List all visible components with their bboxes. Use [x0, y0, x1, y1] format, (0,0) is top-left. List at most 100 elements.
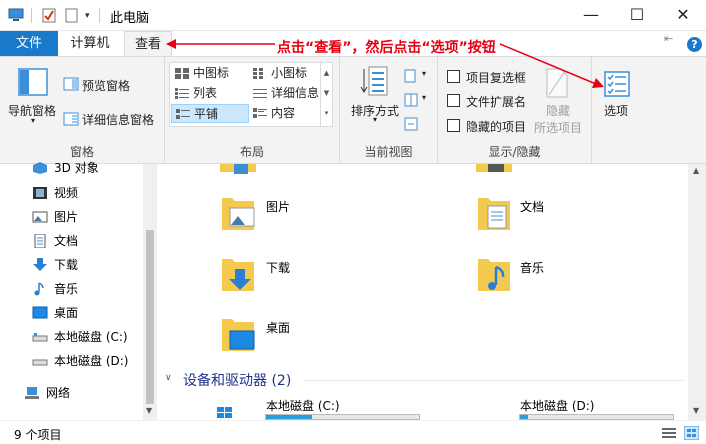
nav-item-label: 音乐 [54, 282, 79, 296]
section-collapse-icon[interactable]: ∨ [165, 373, 172, 383]
layout-small-icons[interactable]: 小图标 [249, 64, 321, 83]
title-separator [99, 8, 100, 23]
desktop-folder-icon[interactable] [220, 315, 256, 355]
nav-item-downloads[interactable]: 下载 [0, 253, 145, 277]
folder-label[interactable]: 桌面 [266, 319, 290, 336]
current-view-group: 排序方式 ▾ ▾ ▾ 当前视图 [340, 57, 438, 164]
videos-folder-icon[interactable] [476, 164, 512, 174]
drive-c-usage-fill [266, 415, 312, 419]
minimize-button[interactable]: — [568, 0, 614, 31]
medium-icons-icon [175, 68, 189, 79]
scroll-down-icon[interactable]: ▼ [693, 406, 699, 415]
large-icons-view-icon[interactable] [684, 426, 699, 440]
layout-label: 平铺 [194, 107, 219, 121]
layout-label: 中图标 [193, 66, 230, 80]
small-icons-icon [253, 68, 263, 79]
scroll-down-icon[interactable]: ▼ [146, 406, 152, 415]
close-button[interactable]: ✕ [660, 0, 706, 31]
nav-item-music[interactable]: 音乐 [0, 277, 145, 301]
group-by-icon[interactable] [404, 69, 420, 83]
layout-details[interactable]: 详细信息 [249, 84, 321, 103]
3d-objects-folder-icon[interactable] [220, 164, 256, 174]
nav-item-label: 下载 [54, 258, 79, 272]
nav-item-documents[interactable]: 文档 [0, 229, 145, 253]
layout-gallery-scroll[interactable]: ▲ ▼ ▾ [320, 63, 332, 126]
nav-item-drive-d[interactable]: 本地磁盘 (D:) [0, 349, 145, 373]
downloads-folder-icon[interactable] [220, 255, 256, 295]
layout-label: 内容 [271, 106, 296, 120]
navigation-pane-icon[interactable] [18, 68, 48, 96]
drive-label[interactable]: 本地磁盘 (D:) [520, 397, 594, 414]
details-pane-button[interactable]: 详细信息窗格 [82, 111, 154, 128]
folder-label[interactable]: 图片 [266, 198, 290, 215]
quick-access-dropdown[interactable]: ▾ [85, 11, 90, 21]
size-columns-icon[interactable] [404, 117, 420, 131]
section-divider [305, 380, 683, 381]
nav-item-label: 桌面 [54, 306, 79, 320]
annotation-arrow-left [166, 39, 275, 49]
nav-item-drive-c[interactable]: 本地磁盘 (C:) [0, 325, 145, 349]
nav-item-label: 本地磁盘 (C:) [54, 330, 128, 344]
folder-label[interactable]: 文档 [520, 198, 544, 215]
nav-item-3d-objects[interactable]: 3D 对象 [0, 156, 145, 180]
nav-item-network[interactable]: 网络 [0, 381, 145, 405]
chevron-down-icon[interactable]: ▾ [31, 116, 35, 125]
chevron-down-icon[interactable]: ▾ [422, 93, 426, 102]
layout-label: 列表 [193, 86, 218, 100]
layout-content[interactable]: 内容 [249, 104, 321, 123]
documents-icon [34, 234, 46, 248]
windows-drive-icon[interactable] [214, 404, 236, 420]
collapse-ribbon-icon[interactable]: ⇤ [664, 33, 678, 44]
videos-icon [33, 187, 47, 199]
details-view-icon[interactable] [662, 428, 676, 439]
maximize-button[interactable]: ☐ [614, 0, 660, 31]
new-folder-icon[interactable] [65, 8, 78, 23]
layout-label: 小图标 [271, 66, 308, 80]
chevron-down-icon[interactable]: ▾ [373, 115, 377, 124]
hide-selected-button: 所选项目 [534, 121, 583, 135]
layout-medium-icons[interactable]: 中图标 [171, 64, 249, 83]
nav-item-label: 文档 [54, 234, 79, 248]
documents-folder-icon[interactable] [476, 194, 512, 234]
scroll-up-icon[interactable]: ▲ [693, 166, 699, 175]
add-columns-icon[interactable] [404, 93, 420, 107]
tab-computer[interactable]: 计算机 [62, 31, 118, 56]
properties-icon[interactable] [42, 8, 56, 23]
pictures-icon [32, 211, 48, 223]
nav-item-label: 视频 [54, 186, 79, 200]
devices-section-header[interactable]: 设备和驱动器 (2) [183, 370, 291, 390]
nav-item-desktop[interactable]: 桌面 [0, 301, 145, 325]
title-separator [31, 8, 32, 23]
desktop-icon [32, 306, 48, 319]
tab-file[interactable]: 文件 [0, 31, 58, 56]
annotation-arrow-right [499, 43, 604, 88]
sort-by-icon[interactable] [360, 65, 390, 97]
pictures-folder-icon[interactable] [220, 194, 256, 234]
folder-label[interactable]: 下载 [266, 259, 290, 276]
hidden-items-label[interactable]: 隐藏的项目 [466, 118, 526, 135]
nav-scrollbar-thumb[interactable] [146, 230, 154, 404]
drive-c-icon [32, 333, 48, 342]
annotation-text: 点击“查看”，然后点击“选项”按钮 [277, 40, 496, 56]
content-scrollbar[interactable]: ▲ ▼ [688, 164, 706, 420]
preview-pane-button[interactable]: 预览窗格 [82, 77, 130, 94]
file-extensions-checkbox[interactable] [447, 94, 460, 107]
preview-pane-icon[interactable] [63, 77, 79, 91]
nav-item-videos[interactable]: 视频 [0, 181, 145, 205]
downloads-icon [33, 258, 47, 271]
item-checkboxes-checkbox[interactable] [447, 70, 460, 83]
file-extensions-label[interactable]: 文件扩展名 [466, 93, 526, 110]
layout-label: 详细信息 [271, 86, 320, 100]
help-icon[interactable]: ? [687, 37, 702, 52]
window-title: 此电脑 [110, 11, 150, 26]
nav-item-pictures[interactable]: 图片 [0, 205, 145, 229]
folder-label[interactable]: 音乐 [520, 259, 544, 276]
hidden-items-checkbox[interactable] [447, 119, 460, 132]
layout-tiles[interactable]: 平铺 [171, 104, 249, 123]
drive-label[interactable]: 本地磁盘 (C:) [266, 397, 340, 414]
nav-item-label: 本地磁盘 (D:) [54, 354, 129, 368]
details-pane-icon[interactable] [63, 112, 79, 126]
music-folder-icon[interactable] [476, 255, 512, 295]
layout-list[interactable]: 列表 [171, 84, 249, 103]
chevron-down-icon[interactable]: ▾ [422, 69, 426, 78]
